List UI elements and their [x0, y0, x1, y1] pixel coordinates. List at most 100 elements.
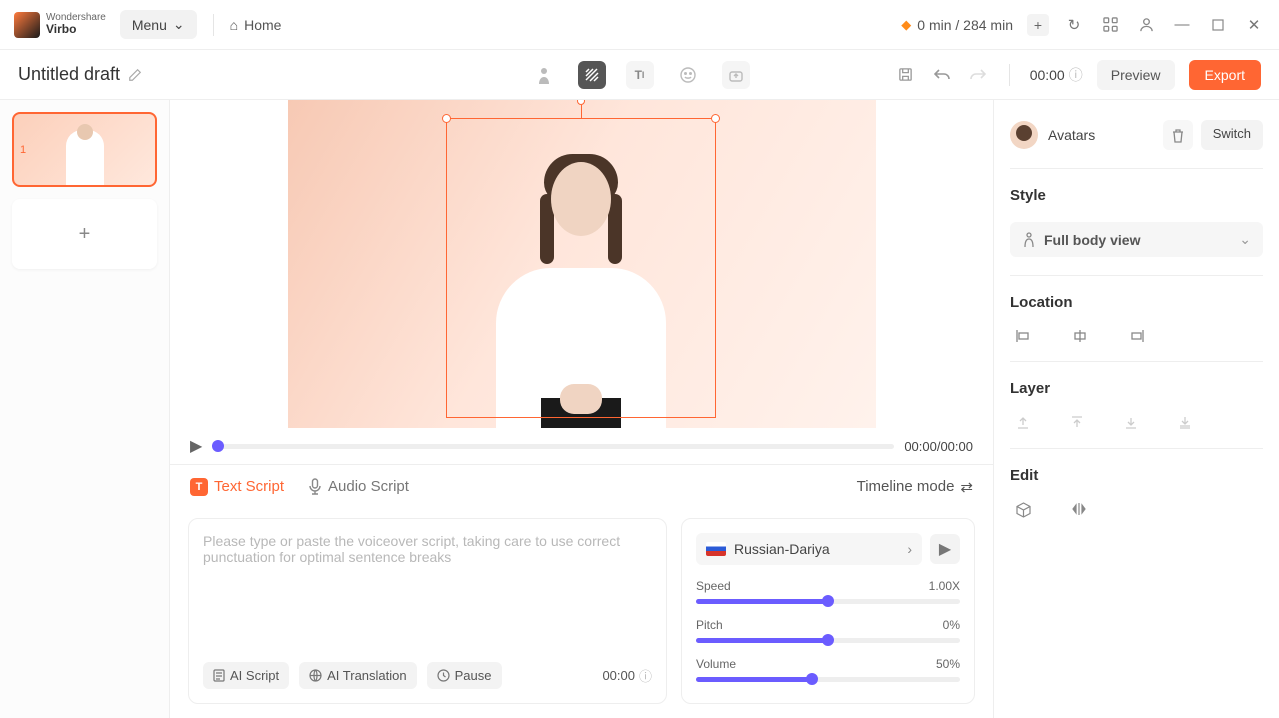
pause-button[interactable]: Pause: [427, 662, 502, 689]
timeline-track[interactable]: [212, 444, 894, 449]
location-heading: Location: [1010, 294, 1263, 311]
align-right-icon[interactable]: [1128, 329, 1144, 343]
redo-icon[interactable]: [967, 64, 989, 86]
chevron-right-icon: ›: [907, 541, 912, 557]
translate-icon: [309, 669, 322, 682]
toolbar: Untitled draft TI 00:00 ⓘ: [0, 50, 1279, 100]
save-icon[interactable]: [895, 64, 917, 86]
voice-preview-button[interactable]: ▶: [930, 534, 960, 564]
play-button[interactable]: ▶: [190, 436, 202, 456]
script-input[interactable]: [203, 533, 652, 662]
resize-handle[interactable]: [711, 114, 720, 123]
account-icon[interactable]: [1135, 14, 1157, 36]
align-left-icon[interactable]: [1016, 329, 1032, 343]
speed-value: 1.00X: [929, 579, 960, 593]
minimize-icon[interactable]: —: [1171, 14, 1193, 36]
text-tool-icon[interactable]: TI: [626, 61, 654, 89]
home-link[interactable]: ⌂ Home: [230, 17, 282, 33]
send-back-icon: [1178, 415, 1192, 430]
properties-panel: Avatars Switch Style Full body view ⌄ Lo…: [993, 100, 1279, 718]
doc-icon: [213, 669, 225, 682]
pitch-value: 0%: [943, 618, 960, 632]
mic-icon: [308, 478, 322, 495]
avatars-label: Avatars: [1048, 127, 1095, 143]
voice-select[interactable]: Russian-Dariya ›: [696, 533, 922, 565]
canvas[interactable]: [288, 100, 876, 428]
menu-button[interactable]: Menu ⌄: [120, 10, 197, 39]
flag-ru-icon: [706, 542, 726, 556]
send-backward-icon: [1124, 415, 1138, 430]
slide-avatar-preview: [66, 130, 104, 185]
pitch-slider[interactable]: [696, 638, 960, 643]
selection-box[interactable]: [446, 118, 716, 418]
draft-title[interactable]: Untitled draft: [18, 64, 142, 85]
bring-forward-icon: [1070, 415, 1084, 430]
layer-heading: Layer: [1010, 380, 1263, 397]
help-icon[interactable]: ⓘ: [1069, 65, 1083, 85]
apps-icon[interactable]: [1099, 14, 1121, 36]
volume-value: 50%: [936, 657, 960, 671]
titlebar: WondershareVirbo Menu ⌄ ⌂ Home ◆ 0 min /…: [0, 0, 1279, 50]
playbar: ▶ 00:00/00:00: [170, 428, 993, 464]
time-display: 00:00/00:00: [904, 439, 973, 454]
switch-avatar-button[interactable]: Switch: [1201, 120, 1263, 150]
ai-script-button[interactable]: AI Script: [203, 662, 289, 689]
sticker-tool-icon[interactable]: [674, 61, 702, 89]
home-icon: ⌂: [230, 17, 238, 33]
duration-label: 00:00 ⓘ: [1030, 65, 1083, 85]
add-credits-button[interactable]: +: [1027, 14, 1049, 36]
script-tabs: T Text Script Audio Script Timeline mode…: [170, 464, 993, 508]
speed-slider-row: Speed 1.00X: [696, 579, 960, 604]
maximize-icon[interactable]: [1207, 14, 1229, 36]
credits-chip[interactable]: ◆ 0 min / 284 min: [901, 17, 1013, 33]
slide-number: 1: [20, 144, 26, 156]
slide-thumbnail[interactable]: 1: [12, 112, 157, 187]
close-icon[interactable]: ✕: [1243, 14, 1265, 36]
style-heading: Style: [1010, 187, 1263, 204]
avatar-thumb-icon: [1010, 121, 1038, 149]
volume-label: Volume: [696, 657, 736, 671]
preview-button[interactable]: Preview: [1097, 60, 1175, 90]
tab-text-script[interactable]: T Text Script: [190, 478, 284, 496]
body-icon: [1022, 232, 1036, 248]
volume-slider-row: Volume 50%: [696, 657, 960, 682]
chevron-down-icon: ⌄: [173, 16, 185, 33]
export-button[interactable]: Export: [1189, 60, 1261, 90]
upload-tool-icon[interactable]: [722, 61, 750, 89]
voice-panel: Russian-Dariya › ▶ Speed 1.00X Pitch 0% Vo…: [681, 518, 975, 704]
swap-icon: ⇄: [960, 478, 973, 496]
volume-slider[interactable]: [696, 677, 960, 682]
speed-slider[interactable]: [696, 599, 960, 604]
edit-heading: Edit: [1010, 467, 1263, 484]
text-badge-icon: T: [190, 478, 208, 496]
delete-avatar-button[interactable]: [1163, 120, 1193, 150]
style-select[interactable]: Full body view ⌄: [1010, 222, 1263, 257]
align-center-icon[interactable]: [1072, 329, 1088, 343]
refresh-icon[interactable]: ↻: [1063, 14, 1085, 36]
tab-audio-script[interactable]: Audio Script: [308, 478, 409, 495]
speed-label: Speed: [696, 579, 731, 593]
background-tool-icon[interactable]: [578, 61, 606, 89]
clock-icon: [437, 669, 450, 682]
timeline-mode-toggle[interactable]: Timeline mode ⇄: [857, 478, 973, 496]
separator: [1009, 64, 1010, 86]
undo-icon[interactable]: [931, 64, 953, 86]
script-box: AI Script AI Translation Pause: [188, 518, 667, 704]
edit-icon[interactable]: [128, 68, 142, 82]
bring-front-icon: [1016, 415, 1030, 430]
ai-translation-button[interactable]: AI Translation: [299, 662, 417, 689]
pitch-label: Pitch: [696, 618, 723, 632]
resize-handle[interactable]: [442, 114, 451, 123]
add-slide-button[interactable]: +: [12, 199, 157, 269]
avatar-tool-icon[interactable]: [530, 61, 558, 89]
flip-icon[interactable]: [1071, 502, 1087, 518]
separator: [213, 14, 214, 36]
editor-center: ▶ 00:00/00:00 T Text Script Audio Script…: [170, 100, 993, 718]
help-icon[interactable]: ⓘ: [639, 666, 652, 685]
logo-icon: [14, 12, 40, 38]
slides-panel: 1 +: [0, 100, 170, 718]
cube-icon[interactable]: [1016, 502, 1031, 518]
pitch-slider-row: Pitch 0%: [696, 618, 960, 643]
script-duration: 00:00 ⓘ: [602, 666, 652, 685]
timeline-knob[interactable]: [212, 440, 224, 452]
